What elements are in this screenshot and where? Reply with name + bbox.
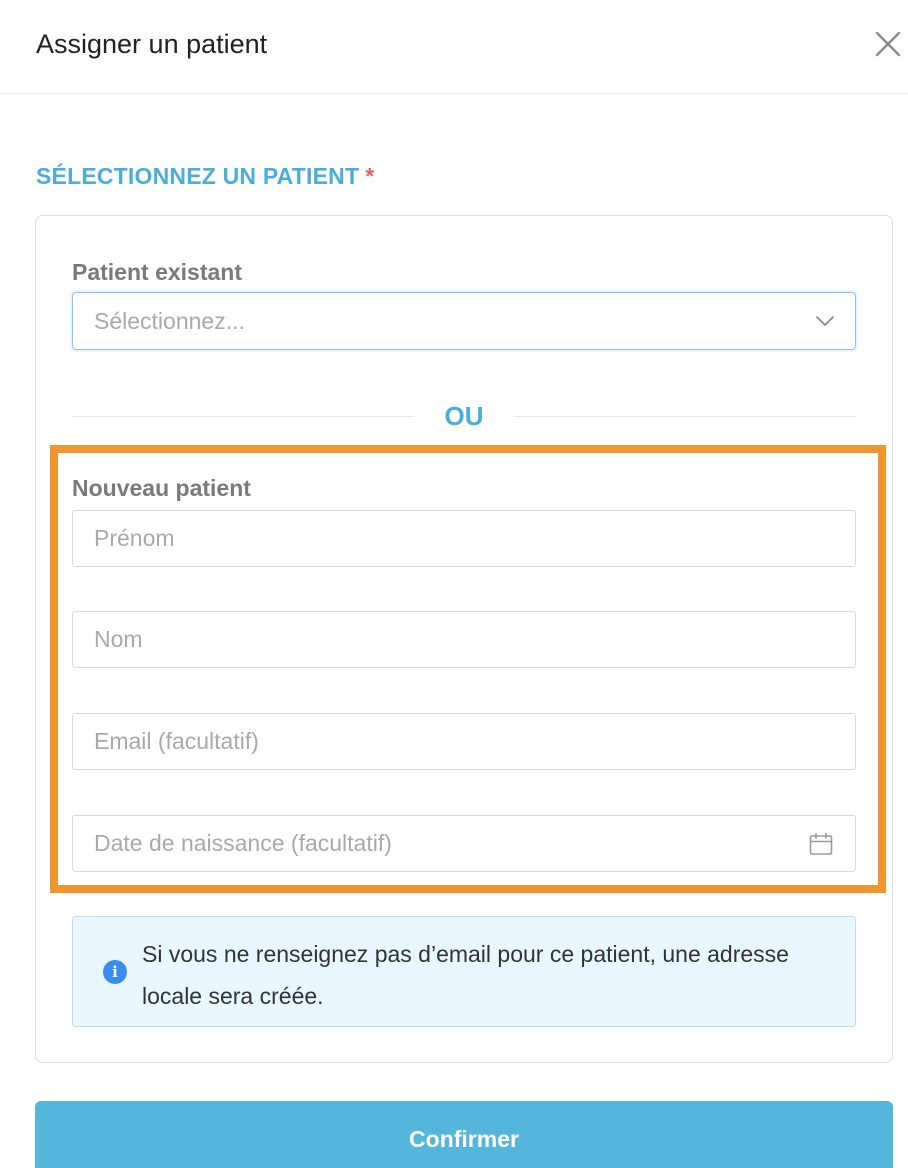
divider-line-left bbox=[72, 416, 414, 417]
confirm-button[interactable]: Confirmer bbox=[35, 1101, 893, 1168]
section-title-text: SÉLECTIONNEZ UN PATIENT bbox=[36, 163, 360, 189]
existing-patient-label: Patient existant bbox=[72, 259, 242, 285]
first-name-input[interactable] bbox=[72, 510, 856, 567]
section-title: SÉLECTIONNEZ UN PATIENT * bbox=[36, 160, 374, 192]
existing-patient-placeholder: Sélectionnez... bbox=[94, 308, 245, 334]
birthdate-input[interactable] bbox=[72, 815, 856, 872]
email-input[interactable] bbox=[72, 713, 856, 770]
modal-title: Assigner un patient bbox=[36, 29, 268, 59]
divider-line-right bbox=[514, 416, 856, 417]
close-icon bbox=[875, 31, 901, 57]
chevron-down-icon bbox=[816, 316, 834, 326]
new-patient-label: Nouveau patient bbox=[72, 475, 251, 501]
assign-patient-modal: Assigner un patient SÉLECTIONNEZ UN PATI… bbox=[0, 0, 908, 1168]
existing-patient-select[interactable]: Sélectionnez... bbox=[72, 292, 856, 350]
calendar-icon[interactable] bbox=[808, 831, 834, 857]
info-alert: i Si vous ne renseignez pas d’email pour… bbox=[72, 916, 856, 1027]
close-button[interactable] bbox=[872, 28, 904, 60]
last-name-input[interactable] bbox=[72, 611, 856, 668]
divider-label: OU bbox=[444, 401, 484, 431]
modal-header: Assigner un patient bbox=[0, 0, 908, 94]
required-marker: * bbox=[365, 163, 375, 189]
info-text: Si vous ne renseignez pas d’email pour c… bbox=[142, 941, 789, 1009]
info-icon: i bbox=[103, 960, 127, 984]
